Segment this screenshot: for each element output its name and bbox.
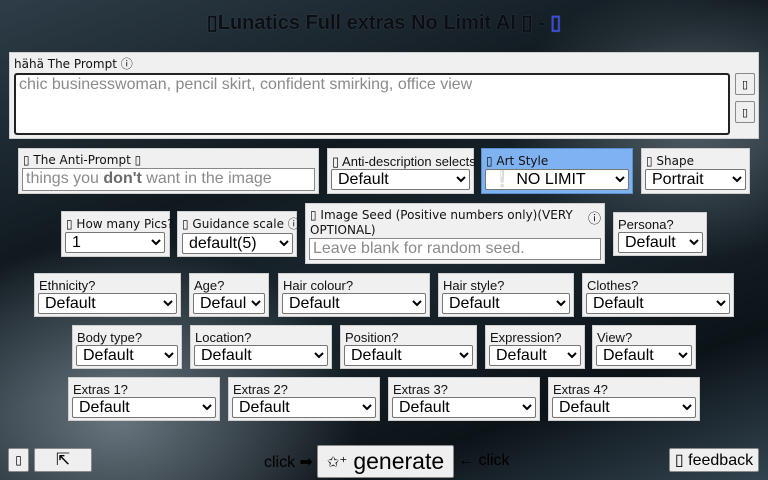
seed-info-icon[interactable]: ⓘ [588,211,601,226]
small-square-button[interactable]: ▯ [8,448,29,472]
body-type-label: Body type? [77,330,143,345]
title-link[interactable]: ▯ [550,12,561,34]
prompt-action-button-2[interactable]: ▯ [735,101,755,123]
extras1-panel: Extras 1? Default [68,377,220,421]
art-style-select[interactable]: ❕ NO LIMIT [485,169,629,190]
anti-desc-select[interactable]: Default [331,169,470,190]
age-label: Age? [194,278,225,293]
generate-button[interactable]: ✩⁺ generate [317,445,454,478]
age-select[interactable]: Default [193,293,265,314]
anti-prompt-placeholder-pre: things you [26,170,104,187]
shape-panel: ▯ Shape Portrait [641,148,750,194]
generate-label: generate [353,448,445,474]
seed-label: ▯ Image Seed (Positive numbers only)(VER… [310,208,573,237]
shape-select[interactable]: Portrait [645,169,746,190]
persona-select[interactable]: Default [618,232,703,253]
clothes-label: Clothes? [587,278,639,293]
guidance-select[interactable]: default(5) [182,233,293,254]
guidance-panel: ▯ Guidance scale ⓘ default(5) [177,211,300,257]
anti-prompt-placeholder-bold: don't [103,170,142,187]
position-panel: Position? Default [340,325,477,369]
extras2-select[interactable]: Default [232,397,376,418]
extras3-select[interactable]: Default [392,397,536,418]
sparkle-icon: ✩⁺ [326,453,348,471]
location-select[interactable]: Default [194,345,328,366]
extras2-panel: Extras 2? Default [228,377,380,421]
body-type-panel: Body type? Default [72,325,182,369]
seed-panel: ▯ Image Seed (Positive numbers only)(VER… [305,203,605,264]
persona-panel: Persona? Default [613,212,707,256]
prompt-input[interactable] [14,73,730,135]
title-text: ▯Lunatics Full extras No Limit AI ▯ - [206,12,545,34]
ethnicity-panel: Ethnicity? Default [34,273,181,317]
hair-style-label: Hair style? [443,278,505,293]
extras1-label: Extras 1? [73,382,128,397]
ethnicity-select[interactable]: Default [38,293,177,314]
view-select[interactable]: Default [596,345,692,366]
anti-desc-panel: ▯ Anti-description selects Default [327,148,476,194]
click-hint-left: click ➡ [264,454,313,471]
anti-prompt-panel: ▯ The Anti-Prompt ▯ things you don't wan… [18,148,319,194]
persona-label: Persona? [618,217,674,232]
ethnicity-label: Ethnicity? [39,278,96,293]
location-panel: Location? Default [190,325,332,369]
hair-colour-label: Hair colour? [283,278,354,293]
position-label: Position? [345,330,399,345]
expand-icon[interactable]: ⇱ [34,448,92,472]
extras4-panel: Extras 4? Default [548,377,700,421]
click-hint-right: ← click [458,452,510,469]
extras3-panel: Extras 3? Default [388,377,540,421]
anti-prompt-label: ▯ The Anti-Prompt ▯ [23,153,142,167]
hair-style-select[interactable]: Default [442,293,570,314]
art-style-label: ▯ Art Style [486,154,549,168]
location-label: Location? [195,330,252,345]
pics-select[interactable]: 1 [65,232,165,253]
hair-style-panel: Hair style? Default [438,273,574,317]
view-label: View? [597,330,633,345]
extras2-label: Extras 2? [233,382,288,397]
clothes-panel: Clothes? Default [582,273,734,317]
position-select[interactable]: Default [344,345,473,366]
clothes-select[interactable]: Default [586,293,730,314]
anti-desc-label: ▯ Anti-description selects [332,154,476,169]
prompt-panel: hähä The Prompt ⓘ ▯ ▯ [9,52,759,139]
body-type-select[interactable]: Default [76,345,178,366]
guidance-label: ▯ Guidance scale ⓘ [182,217,300,231]
seed-input[interactable] [309,238,601,260]
expression-label: Expression? [490,330,562,345]
anti-prompt-placeholder-post: want in the image [141,170,272,187]
expression-panel: Expression? Default [485,325,585,369]
extras1-select[interactable]: Default [72,397,216,418]
extras3-label: Extras 3? [393,382,448,397]
age-panel: Age? Default [189,273,269,317]
hair-colour-panel: Hair colour? Default [278,273,430,317]
prompt-label: hähä The Prompt ⓘ [14,57,133,71]
shape-label: ▯ Shape [646,154,694,168]
feedback-button[interactable]: ▯ feedback [669,448,759,472]
page-title: ▯Lunatics Full extras No Limit AI ▯ - ▯ [0,10,768,35]
view-panel: View? Default [592,325,696,369]
art-style-panel: ▯ Art Style ❕ NO LIMIT [481,148,633,194]
expression-select[interactable]: Default [489,345,581,366]
pics-panel: ▯ How many Pics? 1 [61,211,174,257]
pics-label: ▯ How many Pics? [66,217,174,231]
extras4-label: Extras 4? [553,382,608,397]
anti-prompt-input[interactable]: things you don't want in the image [22,168,315,191]
prompt-action-button-1[interactable]: ▯ [735,73,755,95]
hair-colour-select[interactable]: Default [282,293,426,314]
extras4-select[interactable]: Default [552,397,696,418]
